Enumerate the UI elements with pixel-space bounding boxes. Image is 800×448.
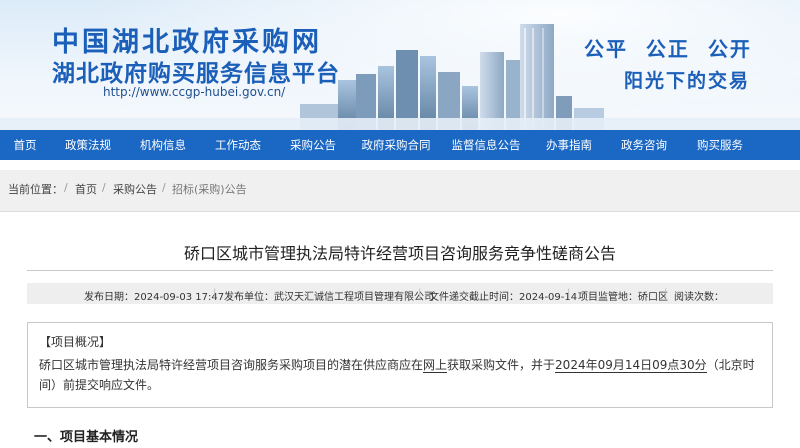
breadcrumb-prefix: 当前位置：: [8, 183, 63, 196]
nav-item-guide[interactable]: 办事指南: [530, 130, 608, 160]
nav-item-policy[interactable]: 政策法规: [50, 130, 126, 160]
nav-item-services[interactable]: 购买服务: [680, 130, 760, 160]
nav-item-contracts[interactable]: 政府采购合同: [350, 130, 442, 160]
meta-publish-date: 发布日期：2024-09-03 17:47: [84, 292, 225, 303]
page: 中国湖北政府采购网 湖北政府购买服务信息平台 http://www.ccgp-h…: [0, 0, 800, 448]
nav-item-procurement[interactable]: 采购公告: [276, 130, 350, 160]
project-overview-box: 【项目概况】 硚口区城市管理执法局特许经营项目咨询服务采购项目的潜在供应商应在网…: [27, 322, 773, 408]
header-banner: 中国湖北政府采购网 湖北政府购买服务信息平台 http://www.ccgp-h…: [0, 0, 800, 130]
nav-item-news[interactable]: 工作动态: [200, 130, 276, 160]
section-heading: 一、项目基本情况: [34, 430, 139, 445]
site-url[interactable]: http://www.ccgp-hubei.gov.cn/: [103, 85, 285, 99]
response-deadline: 2024年09月14日09点30分: [555, 358, 707, 373]
meta-supervision: 项目监管地：硚口区: [578, 292, 668, 303]
overview-heading: 【项目概况】: [39, 335, 112, 349]
meta-views: 阅读次数：: [674, 292, 724, 303]
breadcrumb-current[interactable]: 招标(采购)公告: [172, 181, 247, 197]
article-title: 硚口区城市管理执法局特许经营项目咨询服务竞争性磋商公告: [183, 244, 616, 263]
nav-item-supervision[interactable]: 监督信息公告: [442, 130, 530, 160]
slogan-line-2: 阳光下的交易: [624, 70, 751, 92]
meta-publisher: 发布单位：武汉天汇诚信工程项目管理有限公司: [224, 292, 434, 303]
title-divider: [27, 270, 773, 271]
nav-item-home[interactable]: 首页: [0, 130, 50, 160]
overview-text: 硚口区城市管理执法局特许经营项目咨询服务采购项目的潜在供应商应在网上获取采购文件…: [39, 358, 755, 392]
nav-item-consult[interactable]: 政务咨询: [608, 130, 680, 160]
nav-item-agency[interactable]: 机构信息: [126, 130, 200, 160]
site-subtitle: 湖北政府购买服务信息平台: [52, 61, 340, 87]
main-nav: 首页 政策法规 机构信息 工作动态 采购公告 政府采购合同 监督信息公告 办事指…: [0, 130, 800, 160]
meta-deadline: 文件递交截止时间：2024-09-14: [429, 292, 578, 303]
breadcrumb-procurement[interactable]: 采购公告: [113, 181, 157, 197]
breadcrumb-home[interactable]: 首页: [75, 181, 97, 197]
slogan-line-1: 公平 公正 公开: [584, 37, 752, 61]
